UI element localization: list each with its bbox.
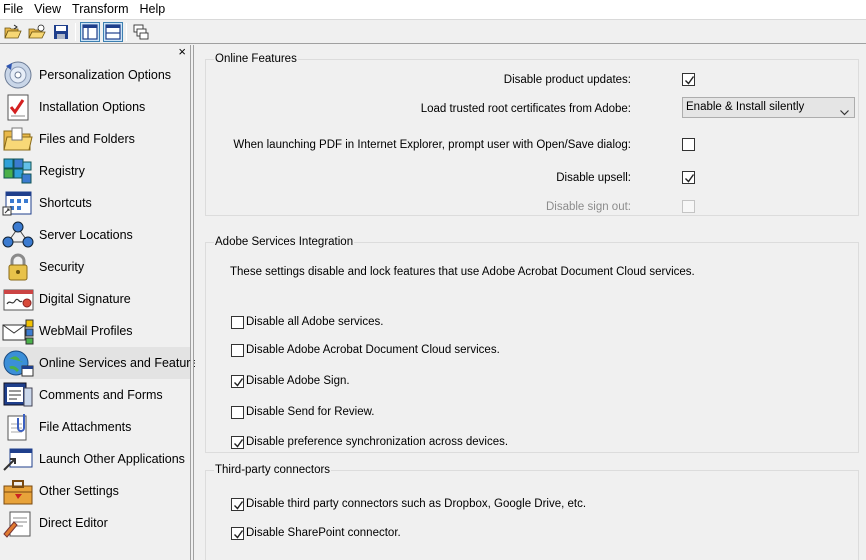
third-party-connectors-group: Third-party connectors Disable third par… — [205, 463, 859, 560]
disable-upsell-label: Disable upsell: — [556, 172, 631, 184]
adobe-services-description: These settings disable and lock features… — [230, 266, 695, 278]
shortcut-grid-icon — [2, 188, 34, 218]
paperclip-document-icon — [2, 412, 34, 442]
windows-cascade-icon[interactable] — [131, 22, 151, 42]
sidebar-item-label: File Attachments — [39, 420, 132, 434]
sidebar-item-label: Registry — [39, 164, 85, 178]
sidebar-item-other-settings[interactable]: Other Settings — [0, 475, 190, 507]
disable-adobe-sign-label[interactable]: Disable Adobe Sign. — [246, 374, 350, 388]
sidebar-item-installation-options[interactable]: Installation Options — [0, 91, 190, 123]
toolbar — [0, 19, 866, 44]
disable-document-cloud-label[interactable]: Disable Adobe Acrobat Document Cloud ser… — [246, 343, 500, 357]
open-folder-icon[interactable] — [3, 22, 23, 42]
sidebar-item-label: Installation Options — [39, 100, 146, 114]
sidebar-item-label: Online Services and Features — [39, 356, 204, 370]
trusted-root-certificates-label: Load trusted root certificates from Adob… — [420, 103, 631, 115]
sidebar-item-label: Server Locations — [39, 228, 133, 242]
editor-icon — [2, 508, 34, 538]
disable-product-updates-checkbox[interactable] — [682, 73, 695, 86]
network-icon — [2, 220, 34, 250]
cd-disc-icon — [2, 60, 34, 90]
trusted-root-certificates-dropdown[interactable]: Enable & Install silently — [682, 97, 855, 118]
group-title: Online Features — [214, 52, 298, 66]
disable-send-for-review-label[interactable]: Disable Send for Review. — [246, 405, 374, 419]
sidebar-list: Personalization Options Installation Opt… — [0, 59, 204, 539]
sidebar-item-label: Launch Other Applications — [39, 452, 185, 466]
sidebar-item-label: Other Settings — [39, 484, 119, 498]
envelope-icon — [2, 316, 34, 346]
sidebar-item-online-services-and-features[interactable]: Online Services and Features — [0, 347, 204, 379]
launch-window-icon — [2, 444, 34, 474]
sidebar-item-launch-other-applications[interactable]: Launch Other Applications — [0, 443, 190, 475]
disable-sign-out-checkbox[interactable] — [682, 200, 695, 213]
online-features-group: Online Features Disable product updates:… — [205, 52, 859, 216]
main-panel: Online Features Disable product updates:… — [195, 45, 866, 560]
sidebar-item-personalization-options[interactable]: Personalization Options — [0, 59, 190, 91]
toolbar-separator — [75, 23, 76, 41]
disable-sharepoint-connector-label[interactable]: Disable SharePoint connector. — [246, 526, 401, 540]
signature-certificate-icon — [2, 284, 34, 314]
disable-all-adobe-services-checkbox[interactable] — [231, 316, 244, 329]
checklist-icon — [2, 92, 34, 122]
sidebar-item-registry[interactable]: Registry — [0, 155, 190, 187]
sidebar-item-label: Comments and Forms — [39, 388, 163, 402]
disable-preference-sync-checkbox[interactable] — [231, 436, 244, 449]
sidebar-item-label: Direct Editor — [39, 516, 108, 530]
sidebar-item-webmail-profiles[interactable]: WebMail Profiles — [0, 315, 190, 347]
menu-bar: File View Transform Help — [0, 0, 866, 19]
close-icon[interactable]: × — [178, 45, 186, 58]
ie-open-save-prompt-label: When launching PDF in Internet Explorer,… — [233, 139, 631, 151]
split-view-vertical-icon[interactable] — [80, 22, 100, 42]
disable-document-cloud-checkbox[interactable] — [231, 344, 244, 357]
sidebar-item-file-attachments[interactable]: File Attachments — [0, 411, 190, 443]
sidebar-item-label: Personalization Options — [39, 68, 172, 82]
disable-all-adobe-services-label[interactable]: Disable all Adobe services. — [246, 315, 383, 329]
save-icon[interactable] — [51, 22, 71, 42]
menu-file[interactable]: File — [0, 0, 27, 19]
disable-product-updates-label: Disable product updates: — [503, 74, 631, 86]
disable-preference-sync-label[interactable]: Disable preference synchronization acros… — [246, 435, 508, 449]
sidebar-item-label: Shortcuts — [39, 196, 92, 210]
ie-open-save-prompt-checkbox[interactable] — [682, 138, 695, 151]
group-title: Third-party connectors — [214, 463, 332, 477]
sidebar-item-files-and-folders[interactable]: Files and Folders — [0, 123, 190, 155]
sidebar-item-digital-signature[interactable]: Digital Signature — [0, 283, 190, 315]
disable-adobe-sign-checkbox[interactable] — [231, 375, 244, 388]
split-view-horizontal-icon[interactable] — [103, 22, 123, 42]
disable-third-party-connectors-label[interactable]: Disable third party connectors such as D… — [246, 497, 586, 511]
sidebar: × Personalization Options Installation O… — [0, 45, 204, 560]
globe-icon — [2, 348, 34, 378]
sidebar-item-security[interactable]: Security — [0, 251, 190, 283]
sidebar-item-direct-editor[interactable]: Direct Editor — [0, 507, 190, 539]
menu-help[interactable]: Help — [136, 0, 170, 19]
sidebar-item-comments-and-forms[interactable]: Comments and Forms — [0, 379, 190, 411]
forms-icon — [2, 380, 34, 410]
padlock-icon — [2, 252, 34, 282]
disable-send-for-review-checkbox[interactable] — [231, 406, 244, 419]
sidebar-item-label: Files and Folders — [39, 132, 135, 146]
sidebar-item-label: Digital Signature — [39, 292, 131, 306]
adobe-services-group: Adobe Services Integration These setting… — [205, 235, 859, 453]
chevron-down-icon — [840, 104, 849, 123]
sidebar-item-label: WebMail Profiles — [39, 324, 133, 338]
disable-sharepoint-connector-checkbox[interactable] — [231, 527, 244, 540]
menu-transform[interactable]: Transform — [68, 0, 133, 19]
menu-view[interactable]: View — [30, 0, 65, 19]
disable-third-party-connectors-checkbox[interactable] — [231, 498, 244, 511]
registry-cubes-icon — [2, 156, 34, 186]
pane-splitter[interactable] — [191, 45, 194, 560]
group-title: Adobe Services Integration — [214, 235, 355, 249]
sidebar-item-label: Security — [39, 260, 85, 274]
sidebar-item-server-locations[interactable]: Server Locations — [0, 219, 190, 251]
disable-sign-out-label: Disable sign out: — [545, 201, 631, 213]
dropdown-value: Enable & Install silently — [686, 101, 805, 113]
toolbar-separator — [126, 23, 127, 41]
toolbox-icon — [2, 476, 34, 506]
folder-icon — [2, 124, 34, 154]
sidebar-item-shortcuts[interactable]: Shortcuts — [0, 187, 190, 219]
disable-upsell-checkbox[interactable] — [682, 171, 695, 184]
open-recent-icon[interactable] — [27, 22, 47, 42]
